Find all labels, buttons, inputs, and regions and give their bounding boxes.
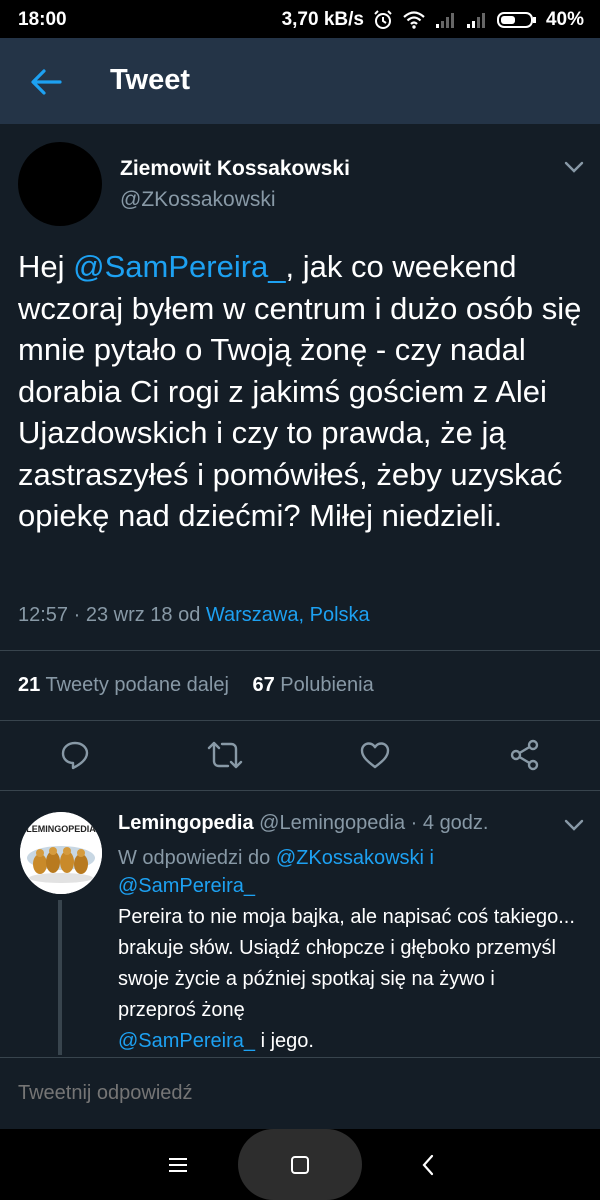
replying-user-link[interactable]: @ZKossakowski i xyxy=(276,847,434,869)
replying-to: W odpowiedzi do @ZKossakowski i @SamPerei… xyxy=(118,844,568,900)
reply-icon xyxy=(61,741,89,770)
mention-link[interactable]: @SamPereira_ xyxy=(73,249,285,284)
lemming-logo: LEMINGOPEDIA xyxy=(20,812,102,894)
menu-button[interactable] xyxy=(160,1129,196,1200)
retweets-label[interactable]: Tweety podane dalej xyxy=(45,674,228,696)
signal-icon xyxy=(435,11,457,29)
chevron-down-icon[interactable] xyxy=(563,160,585,174)
page-title: Tweet xyxy=(110,64,191,96)
alarm-icon xyxy=(373,10,393,30)
mention-link[interactable]: @SamPereira_ xyxy=(118,1030,255,1052)
chevron-down-icon[interactable] xyxy=(563,818,585,832)
likes-count[interactable]: 67 xyxy=(252,674,274,696)
author-name[interactable]: Ziemowit Kossakowski xyxy=(120,157,350,181)
system-nav-bar xyxy=(0,1129,600,1200)
reply-header: Lemingopedia @Lemingopedia · 4 godz. xyxy=(118,812,489,835)
tweet-text-start: Hej xyxy=(18,249,74,284)
tweet-stats: 21 Tweety podane dalej 67 Polubienia xyxy=(18,674,374,697)
replying-user-link[interactable]: @SamPereira_ xyxy=(118,875,255,897)
divider xyxy=(0,720,600,721)
battery-percent: 40% xyxy=(545,9,584,30)
like-button[interactable] xyxy=(356,736,394,774)
network-speed: 3,70 kB/s xyxy=(281,9,364,30)
status-bar: 18:00 3,70 kB/s 40% xyxy=(0,0,600,38)
home-button[interactable] xyxy=(282,1129,318,1200)
status-time: 18:00 xyxy=(18,9,67,30)
share-icon xyxy=(510,739,539,771)
avatar[interactable] xyxy=(18,142,102,226)
tweet-meta: 12:57 · 23 wrz 18 od Warszawa, Polska xyxy=(18,604,370,627)
reply-author-handle[interactable]: @Lemingopedia xyxy=(259,812,405,834)
likes-label[interactable]: Polubienia xyxy=(280,674,373,696)
reply-author-name[interactable]: Lemingopedia xyxy=(118,812,254,834)
battery-icon xyxy=(496,11,537,29)
tweet-location-link[interactable]: Warszawa, Polska xyxy=(206,604,370,626)
svg-text:LEMINGOPEDIA: LEMINGOPEDIA xyxy=(26,824,96,834)
replying-prefix: W odpowiedzi do xyxy=(118,847,276,869)
reply-button[interactable] xyxy=(56,736,94,774)
arrow-left-icon xyxy=(31,69,62,95)
back-icon xyxy=(422,1154,434,1175)
signal-icon xyxy=(466,11,488,29)
home-icon xyxy=(291,1155,309,1174)
reply-time: · 4 godz. xyxy=(405,812,489,834)
tweet-timestamp: 12:57 · 23 wrz 18 od xyxy=(18,604,206,626)
app-bar: Tweet xyxy=(0,38,600,124)
author-handle[interactable]: @ZKossakowski xyxy=(120,188,276,212)
compose-bar xyxy=(0,1057,600,1129)
tweet-text-body: , jak co weekend wczoraj byłem w centrum… xyxy=(18,249,582,533)
tweet-text: Hej @SamPereira_, jak co weekend wczoraj… xyxy=(18,246,590,537)
wifi-icon xyxy=(402,11,426,29)
reply-input[interactable] xyxy=(18,1082,578,1105)
retweet-icon xyxy=(207,741,243,769)
retweets-count[interactable]: 21 xyxy=(18,674,40,696)
back-nav-button[interactable] xyxy=(410,1129,446,1200)
back-button[interactable] xyxy=(22,60,70,104)
reply-text: Pereira to nie moja bajka, ale napisać c… xyxy=(118,902,578,1057)
share-button[interactable] xyxy=(506,736,544,774)
reply-text-end: i jego. xyxy=(255,1030,314,1052)
like-icon xyxy=(360,742,390,769)
tweet-actions xyxy=(0,724,600,784)
divider xyxy=(0,650,600,651)
menu-icon xyxy=(169,1157,187,1172)
divider xyxy=(0,790,600,791)
status-right-group: 3,70 kB/s 40% xyxy=(282,9,584,31)
retweet-button[interactable] xyxy=(206,736,244,774)
reply-text-body: Pereira to nie moja bajka, ale napisać c… xyxy=(118,906,575,1021)
thread-line xyxy=(58,900,62,1055)
avatar[interactable]: LEMINGOPEDIA xyxy=(20,812,102,894)
